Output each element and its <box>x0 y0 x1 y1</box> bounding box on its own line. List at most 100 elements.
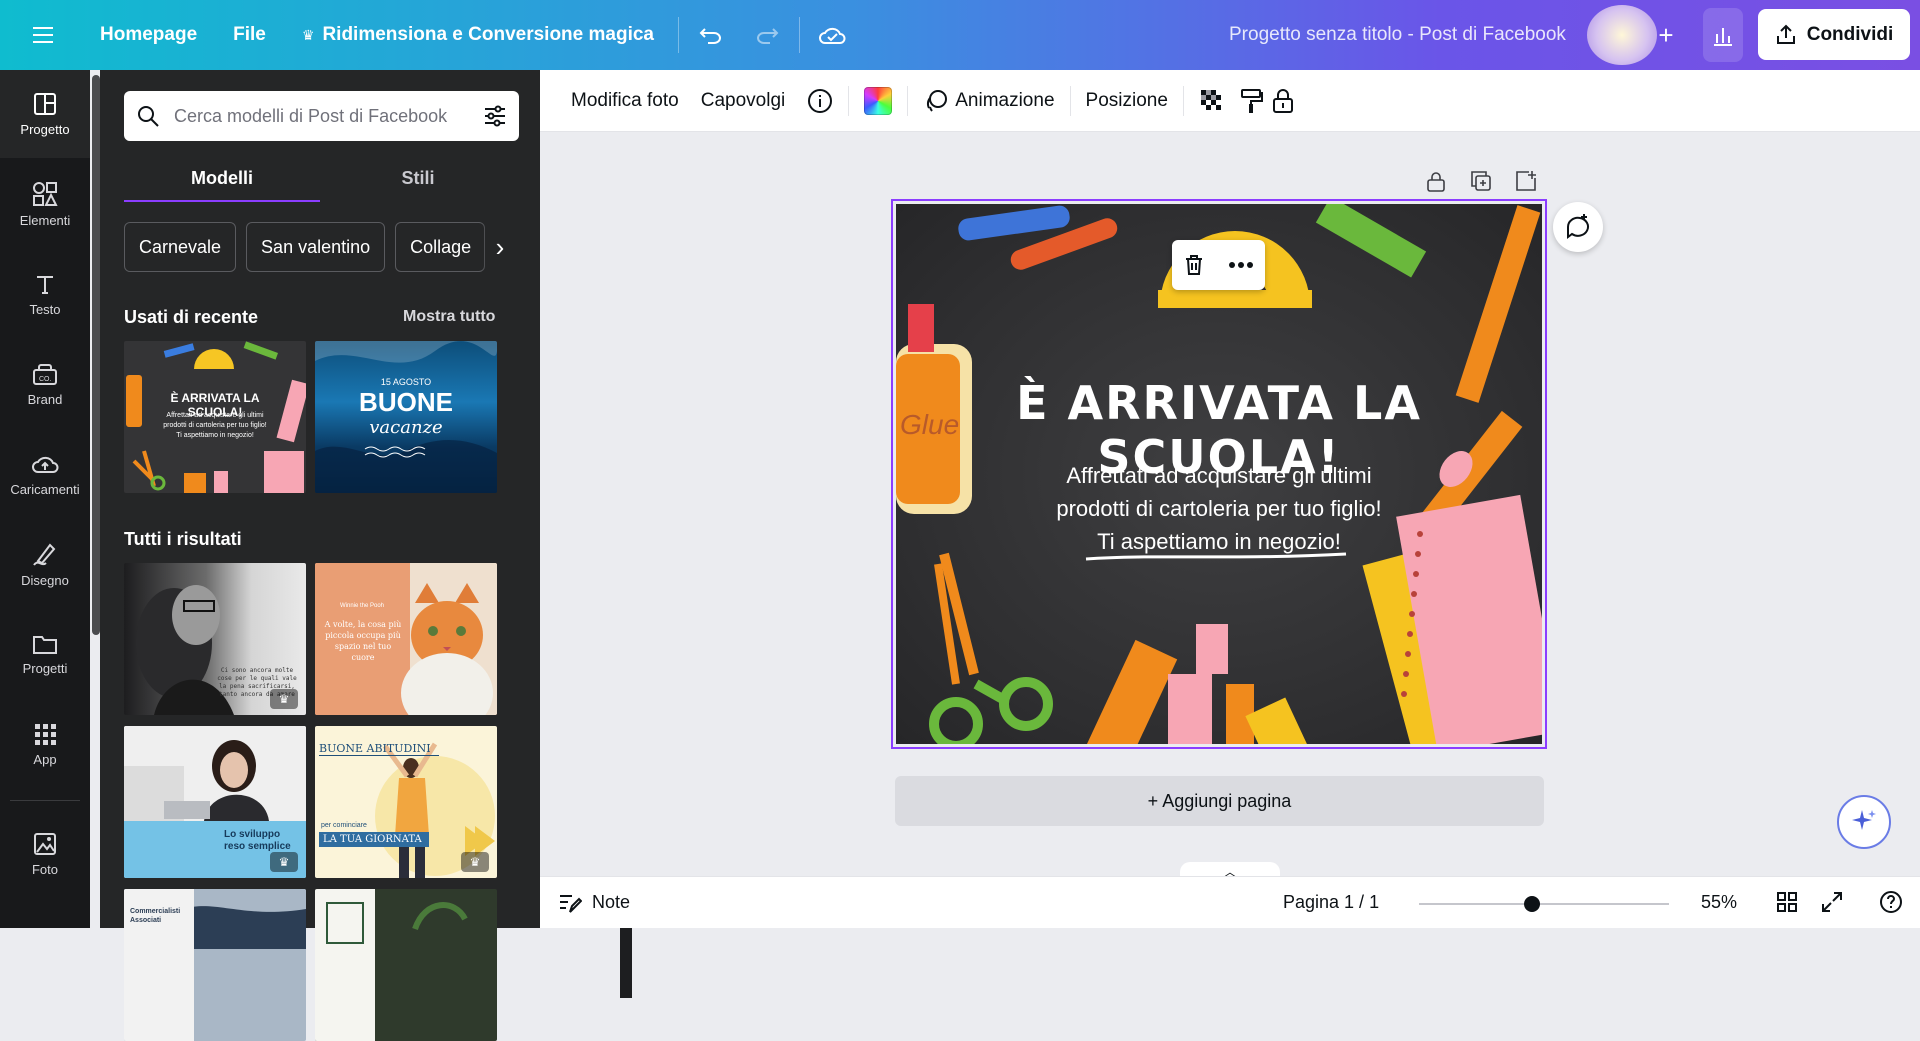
template-thumb-quote-bw[interactable]: Ci sono ancora molte cose per le quali v… <box>124 563 306 715</box>
search-icon <box>138 106 159 127</box>
rail-item-app[interactable]: App <box>0 700 90 788</box>
trash-icon[interactable] <box>1183 253 1205 277</box>
draw-icon <box>33 542 56 566</box>
zoom-slider[interactable] <box>1419 896 1669 912</box>
lock-icon[interactable] <box>1268 81 1298 121</box>
element-context-menu <box>1172 240 1265 290</box>
bar-chart-icon[interactable] <box>1703 8 1743 62</box>
paint-roller-icon[interactable] <box>1236 81 1268 121</box>
thumb-title: BUONE <box>359 387 453 417</box>
recent-heading: Usati di recente <box>124 307 259 327</box>
info-icon[interactable] <box>796 81 844 121</box>
rail-item-disegno[interactable]: Disegno <box>0 520 90 608</box>
filter-icon[interactable] <box>483 104 507 128</box>
category-chips: Carnevale San valentino Collage <box>124 222 486 272</box>
chip-carnevale[interactable]: Carnevale <box>124 222 237 272</box>
design-subtext-line: Ti aspettiamo in negozio! <box>1097 529 1341 554</box>
rail-scrollbar[interactable] <box>92 75 100 635</box>
thumb-body: Affrettati ad acquistare gli ultimi prod… <box>163 412 267 439</box>
avatar[interactable] <box>1587 5 1657 65</box>
magic-resize-button[interactable]: ♛ Ridimensiona e Conversione magica <box>288 13 668 57</box>
rail-label: Testo <box>29 301 61 317</box>
file-menu[interactable]: File <box>219 13 280 57</box>
crown-icon: ♛ <box>301 26 315 43</box>
zoom-value[interactable]: 55% <box>1701 892 1737 913</box>
animate-label: Animazione <box>955 89 1055 111</box>
tab-modelli[interactable]: Modelli <box>124 162 320 202</box>
rail-item-caricamenti[interactable]: Caricamenti <box>0 430 90 518</box>
thumb-kicker: 15 AGOSTO <box>380 377 432 387</box>
fullscreen-icon[interactable] <box>1821 891 1843 918</box>
add-page-icon[interactable] <box>1510 165 1542 197</box>
chip-san-valentino[interactable]: San valentino <box>246 222 386 272</box>
transparency-icon[interactable] <box>1188 81 1236 121</box>
template-thumb-cat[interactable]: Winnie the Pooh A volte, la cosa più pic… <box>315 563 497 715</box>
rail-item-testo[interactable]: Testo <box>0 250 90 338</box>
rail-item-brand[interactable]: CO. Brand <box>0 340 90 428</box>
duplicate-page-icon[interactable] <box>1465 165 1497 197</box>
grid-view-icon[interactable] <box>1776 891 1798 918</box>
share-button[interactable]: Condividi <box>1758 9 1910 60</box>
hamburger-icon[interactable] <box>22 13 66 57</box>
crown-icon: ♛ <box>270 852 298 872</box>
thumb-title: BUONE ABITUDINI <box>319 742 439 756</box>
template-thumb-green[interactable] <box>315 889 497 1041</box>
project-title[interactable]: Progetto senza titolo - Post di Facebook <box>1229 24 1566 46</box>
rail-item-progetti[interactable]: Progetti <box>0 610 90 698</box>
notes-icon <box>560 894 582 913</box>
rail-label: Progetto <box>20 121 70 137</box>
add-comment-icon[interactable] <box>1553 202 1603 252</box>
divider <box>848 85 850 116</box>
zoom-slider-handle[interactable] <box>1523 896 1540 912</box>
search-box[interactable]: Cerca modelli di Post di Facebook <box>124 91 519 141</box>
rail-item-progetto[interactable]: Progetto <box>0 70 90 158</box>
svg-text:CO.: CO. <box>39 376 52 383</box>
template-thumb-accountants[interactable]: Commercialisti Associati <box>124 889 306 1041</box>
thumb-kicker: per cominciare <box>321 822 367 829</box>
search-input[interactable]: Cerca modelli di Post di Facebook <box>174 106 483 127</box>
color-swatch-icon[interactable] <box>853 81 903 121</box>
home-button[interactable]: Homepage <box>86 13 211 57</box>
design-subtext[interactable]: Affrettati ad acquistare gli ultimi prod… <box>896 459 1542 558</box>
chevron-right-icon[interactable]: › <box>480 222 520 272</box>
more-options-icon[interactable] <box>1228 261 1254 269</box>
page-indicator[interactable]: Pagina 1 / 1 <box>1283 892 1379 913</box>
all-results-heading: Tutti i risultati <box>124 529 242 549</box>
redo-icon[interactable] <box>745 13 789 57</box>
design-subtext-line: Affrettati ad acquistare gli ultimi <box>1066 463 1372 488</box>
flip-button[interactable]: Capovolgi <box>690 81 797 121</box>
design-subtext-line: prodotti di cartoleria per tuo figlio! <box>1056 496 1382 521</box>
magic-assistant-icon[interactable] <box>1837 795 1891 849</box>
add-page-button[interactable]: + Aggiungi pagina <box>895 776 1544 826</box>
tab-stili[interactable]: Stili <box>320 162 516 202</box>
share-label: Condividi <box>1806 23 1894 45</box>
cloud-check-icon[interactable] <box>810 13 854 57</box>
animate-button[interactable]: Animazione <box>912 81 1065 121</box>
undo-icon[interactable] <box>689 13 733 57</box>
magic-resize-label: Ridimensiona e Conversione magica <box>322 24 654 45</box>
plus-icon[interactable]: + <box>1648 17 1684 53</box>
template-thumb-habits[interactable]: BUONE ABITUDINI per cominciare LA TUA GI… <box>315 726 497 878</box>
rail-item-foto[interactable]: Foto <box>0 810 90 898</box>
divider <box>1182 85 1184 116</box>
share-icon <box>1776 24 1795 44</box>
crown-icon: ♛ <box>270 689 298 709</box>
notes-button[interactable]: Note <box>558 892 630 914</box>
thumb-title: Commercialisti Associati <box>130 908 181 924</box>
chip-collage[interactable]: Collage <box>395 222 486 272</box>
lock-page-icon[interactable] <box>1420 165 1452 197</box>
divider <box>907 85 909 116</box>
divider <box>10 800 80 801</box>
thumb-banner: LA TUA GIORNATA <box>319 832 429 847</box>
template-thumb-school[interactable]: È ARRIVATA LA SCUOLA! Affrettati ad acqu… <box>124 341 306 493</box>
show-all-link[interactable]: Mostra tutto <box>403 308 495 326</box>
help-icon[interactable] <box>1879 890 1903 919</box>
template-thumb-development[interactable]: Lo sviluppo reso semplice ♛ <box>124 726 306 878</box>
position-button[interactable]: Posizione <box>1075 81 1179 121</box>
panel-tabs: Modelli Stili <box>124 162 519 202</box>
edit-photo-button[interactable]: Modifica foto <box>560 81 690 121</box>
rail-item-elementi[interactable]: Elementi <box>0 160 90 248</box>
template-thumb-vacanze[interactable]: 15 AGOSTO BUONE vacanze <box>315 341 497 493</box>
shapes-icon <box>33 181 58 206</box>
cloud-upload-icon <box>32 456 59 473</box>
